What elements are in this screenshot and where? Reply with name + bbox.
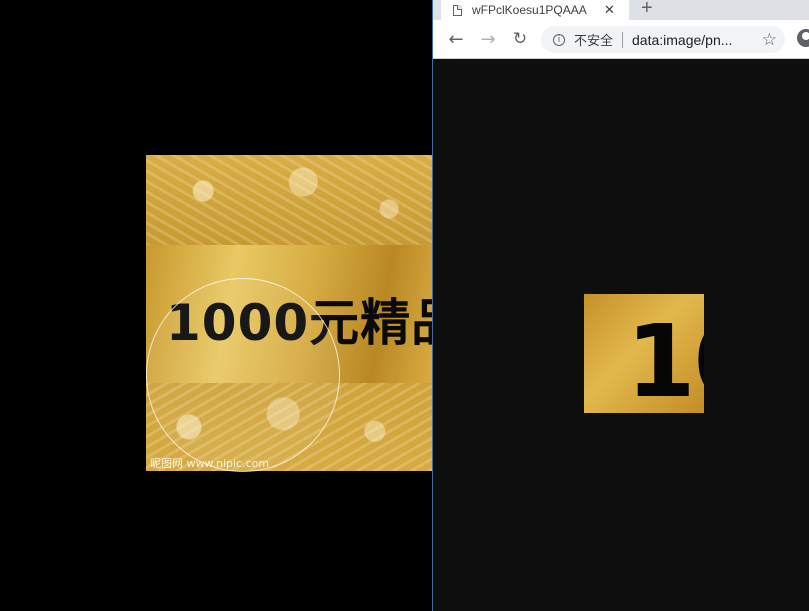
- image-preview: 10: [584, 294, 704, 413]
- close-icon[interactable]: ✕: [604, 4, 615, 17]
- browser-tab[interactable]: wFPclKoesu1PQAAA ✕: [441, 0, 629, 20]
- tab-title: wFPclKoesu1PQAAA: [472, 3, 587, 17]
- left-pane: 1000元精品 昵图网 www.nipic.com: [0, 0, 432, 611]
- tab-strip: wFPclKoesu1PQAAA ✕ +: [433, 0, 809, 20]
- browser-window: wFPclKoesu1PQAAA ✕ + ← → ↻ i 不安全 data:im…: [432, 0, 809, 611]
- forward-button[interactable]: →: [477, 28, 499, 50]
- star-icon[interactable]: ☆: [762, 30, 777, 50]
- document-icon: [453, 4, 462, 16]
- new-tab-button[interactable]: +: [641, 0, 653, 20]
- info-icon[interactable]: i: [553, 33, 565, 46]
- address-bar[interactable]: i 不安全 data:image/pn... ☆: [541, 26, 785, 53]
- url-text[interactable]: data:image/pn...: [632, 32, 732, 48]
- preview-text: 10: [626, 303, 704, 413]
- security-label[interactable]: 不安全: [574, 30, 613, 49]
- reload-button[interactable]: ↻: [509, 28, 531, 50]
- coupon-pattern-top: [146, 155, 432, 245]
- magnifier-lens: [146, 278, 340, 472]
- divider: [622, 31, 624, 48]
- browser-toolbar: ← → ↻ i 不安全 data:image/pn... ☆: [433, 20, 809, 59]
- page-viewport: 10: [433, 59, 809, 611]
- profile-icon[interactable]: [797, 29, 809, 47]
- back-button[interactable]: ←: [445, 28, 467, 50]
